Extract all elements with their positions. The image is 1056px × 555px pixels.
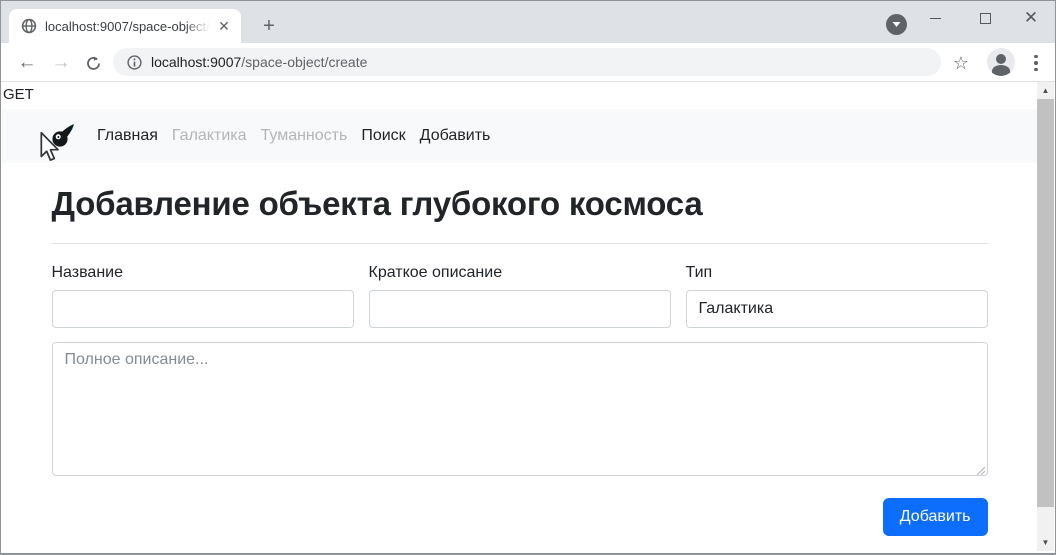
full-desc-wrap	[52, 342, 988, 481]
fields-row: Название Краткое описание Тип Галактика	[52, 264, 988, 328]
window-close-button[interactable]: ✕	[1009, 5, 1053, 31]
short-desc-label: Краткое описание	[369, 264, 671, 282]
reload-icon[interactable]	[80, 50, 106, 76]
form-container: Добавление объекта глубокого космоса Наз…	[52, 185, 988, 536]
new-tab-button[interactable]: +	[257, 14, 281, 38]
chevron-down-circle-icon[interactable]	[886, 14, 907, 35]
url-path: /space-object/create	[241, 54, 367, 70]
page-title: Добавление объекта глубокого космоса	[52, 185, 988, 223]
url-host: localhost:9007	[151, 54, 241, 70]
debug-get-text: GET	[3, 86, 1037, 106]
avatar-body	[992, 65, 1010, 76]
three-dot-menu-icon[interactable]	[1025, 50, 1047, 76]
type-select[interactable]: Галактика	[686, 290, 988, 328]
url-display: localhost:9007/space-object/create	[151, 54, 367, 70]
browser-tab[interactable]: localhost:9007/space-object/crea ✕	[9, 9, 241, 43]
site-navbar: Главная Галактика Туманность Поиск Добав…	[2, 109, 1037, 163]
short-desc-input[interactable]	[369, 290, 671, 328]
address-bar[interactable]: localhost:9007/space-object/create	[113, 48, 941, 76]
full-desc-textarea[interactable]	[52, 342, 988, 476]
avatar-head	[996, 54, 1006, 64]
minimize-icon	[930, 18, 941, 19]
comet-logo-icon[interactable]	[50, 123, 76, 149]
window-maximize-button[interactable]	[963, 5, 1007, 31]
globe-icon	[21, 18, 37, 34]
browser-window: localhost:9007/space-object/crea ✕ + ✕ ←…	[0, 0, 1056, 555]
name-label: Название	[52, 264, 354, 282]
nav-item-search[interactable]: Поиск	[361, 127, 405, 145]
form-actions: Добавить	[52, 498, 988, 536]
scrollbar-thumb[interactable]	[1037, 99, 1054, 507]
divider	[52, 243, 988, 244]
type-field-group: Тип Галактика	[686, 264, 988, 328]
page-content: GET Главная Галактика Туманность Поиск Д…	[2, 82, 1037, 551]
info-icon[interactable]	[127, 55, 142, 70]
maximize-icon	[980, 13, 991, 24]
resize-grip-icon[interactable]	[975, 465, 985, 475]
nav-item-galaxy[interactable]: Галактика	[172, 127, 247, 145]
name-field-group: Название	[52, 264, 354, 328]
submit-button[interactable]: Добавить	[883, 498, 988, 536]
tab-strip: localhost:9007/space-object/crea ✕ + ✕	[1, 1, 1055, 43]
forward-button: →	[48, 50, 74, 76]
tab-close-icon[interactable]: ✕	[215, 17, 233, 35]
bookmark-star-icon[interactable]: ☆	[948, 50, 974, 76]
name-input[interactable]	[52, 290, 354, 328]
back-button[interactable]: ←	[14, 50, 40, 76]
profile-avatar-icon[interactable]	[987, 48, 1015, 76]
window-minimize-button[interactable]	[913, 5, 957, 31]
vertical-scrollbar[interactable]: ▲ ▼	[1037, 82, 1054, 551]
type-label: Тип	[686, 264, 988, 282]
scroll-up-icon[interactable]: ▲	[1037, 82, 1054, 99]
short-desc-field-group: Краткое описание	[369, 264, 671, 328]
nav-item-add[interactable]: Добавить	[420, 127, 491, 145]
scroll-down-icon[interactable]: ▼	[1037, 534, 1054, 551]
nav-item-nebula[interactable]: Туманность	[261, 127, 348, 145]
tab-title: localhost:9007/space-object/crea	[45, 19, 215, 34]
nav-item-home[interactable]: Главная	[97, 127, 158, 145]
browser-toolbar: ← → localhost:9007/space-object/create ☆	[1, 43, 1055, 82]
